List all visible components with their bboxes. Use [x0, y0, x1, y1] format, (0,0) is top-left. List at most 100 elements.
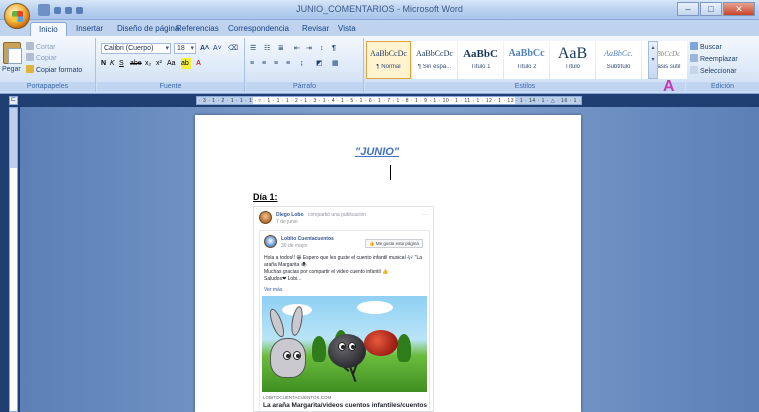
binoculars-icon	[690, 42, 698, 50]
style-title[interactable]: AaB Título	[550, 41, 595, 79]
shared-post: Lobito Cuentacuentos 30 de mayo 👍 Me gus…	[259, 230, 430, 412]
post-text-line-1: Hola a todos!! 😀 Espero que les guste el…	[264, 255, 423, 261]
paragraph-group: ☰ ☷ ≣ ⇤ ⇥ ↕ ¶ ≡ ≡ ≡ ≡ ↨ ◩ ▦ Párrafo	[246, 38, 364, 92]
tab-insertar[interactable]: Insertar	[68, 22, 111, 36]
rabbit-illustration	[270, 338, 306, 378]
office-button[interactable]	[4, 3, 30, 29]
cut-button[interactable]: Cortar	[26, 42, 55, 51]
borders-icon[interactable]: ▦	[332, 58, 339, 69]
subscript-button[interactable]: x₂	[145, 58, 151, 69]
see-more-link[interactable]: Ver más	[264, 287, 282, 293]
replace-icon	[690, 54, 698, 62]
editing-group-label: Edición	[686, 82, 759, 91]
post-video-thumbnail[interactable]	[262, 296, 427, 392]
clipboard-group-label: Portapapeles	[0, 82, 95, 91]
replace-button[interactable]: Reemplazar	[690, 54, 738, 63]
style-no-spacing[interactable]: AaBbCcDc ¶ Sin espa...	[412, 41, 457, 79]
tab-referencias[interactable]: Referencias	[168, 22, 227, 36]
line-spacing-icon[interactable]: ↨	[300, 58, 304, 69]
change-styles-icon[interactable]: A	[663, 78, 681, 96]
author-avatar	[259, 211, 272, 224]
copy-button[interactable]: Copiar	[26, 53, 57, 62]
page-date: 30 de mayo	[281, 243, 308, 249]
bullets-icon[interactable]: ☰	[250, 43, 256, 54]
bold-button[interactable]: N	[101, 58, 106, 69]
copy-icon	[26, 53, 34, 61]
tab-inicio[interactable]: Inicio	[30, 22, 67, 36]
page-logo	[264, 235, 277, 248]
tab-vista[interactable]: Vista	[330, 22, 364, 36]
thumbs-up-icon: 👍	[369, 241, 376, 246]
clear-format-icon[interactable]: ⌫	[228, 43, 238, 54]
ribbon-tabs: Inicio Insertar Diseño de página Referen…	[0, 20, 759, 36]
horizontal-ruler[interactable]: · 3 · 1 · 2 · 1 · 1 · 1 · ▿ · 1 · 1 · 1 …	[196, 96, 582, 105]
scissors-icon	[26, 42, 34, 50]
underline-button[interactable]: S	[119, 58, 124, 69]
align-left-icon[interactable]: ≡	[250, 58, 254, 69]
close-button[interactable]: ✕	[723, 2, 755, 16]
link-title[interactable]: La araña Margarita/videos cuentos infant…	[263, 402, 428, 409]
find-button[interactable]: Buscar	[690, 42, 722, 51]
clipboard-group: Pegar Cortar Copiar Copiar formato Porta…	[0, 38, 96, 92]
post-author: Diego Lobo	[276, 212, 304, 218]
font-name-combo[interactable]: Calibri (Cuerpo)	[101, 43, 171, 54]
font-group-label: Fuente	[97, 82, 244, 91]
ruler-toggle-button[interactable]: ⊏	[9, 96, 18, 105]
day-label[interactable]: Día 1:	[253, 192, 278, 202]
justify-icon[interactable]: ≡	[286, 58, 290, 69]
tab-correspondencia[interactable]: Correspondencia	[220, 22, 297, 36]
text-cursor	[390, 165, 391, 180]
increase-indent-icon[interactable]: ⇥	[306, 43, 312, 54]
post-text-line-3: Muchas gracias por compartir el video cu…	[264, 269, 389, 275]
like-page-button[interactable]: 👍 Me gusta esta página	[365, 239, 423, 248]
italic-button[interactable]: K	[110, 58, 115, 69]
show-marks-icon[interactable]: ¶	[332, 43, 336, 54]
paragraph-group-label: Párrafo	[246, 82, 363, 91]
style-heading-2[interactable]: AaBbCc Título 2	[504, 41, 549, 79]
editing-group: Buscar Reemplazar Seleccionar Edición	[686, 38, 759, 92]
cursor-icon	[690, 66, 698, 74]
align-right-icon[interactable]: ≡	[274, 58, 278, 69]
style-normal[interactable]: AaBbCcDc ¶ Normal	[366, 41, 411, 79]
paste-icon[interactable]	[3, 42, 22, 64]
window-title: JUNIO_COMENTARIOS - Microsoft Word	[296, 4, 463, 14]
ladybug-illustration	[364, 330, 398, 356]
embedded-facebook-post[interactable]: Diego Lobo compartió una publicación 7 d…	[253, 206, 434, 412]
select-button[interactable]: Seleccionar	[690, 66, 737, 75]
numbering-icon[interactable]: ☷	[264, 43, 270, 54]
link-domain: LOBITOCUENTACUENTOS.COM	[263, 395, 332, 400]
ribbon: Pegar Cortar Copiar Copiar formato Porta…	[0, 36, 759, 114]
post-action: compartió una publicación	[308, 212, 367, 218]
maximize-button[interactable]: □	[700, 2, 722, 16]
style-subtitle[interactable]: AaBbCc. Subtítulo	[596, 41, 641, 79]
shading-icon[interactable]: ◩	[316, 58, 323, 69]
post-text-line-2: araña Margarita 🕷	[264, 262, 308, 268]
styles-gallery: AaBbCcDc ¶ Normal AaBbCcDc ¶ Sin espa... A…	[366, 41, 688, 79]
brush-icon	[26, 65, 34, 73]
format-painter-button[interactable]: Copiar formato	[26, 65, 82, 74]
superscript-button[interactable]: x²	[156, 58, 162, 69]
sort-icon[interactable]: ↕	[320, 43, 324, 54]
multilevel-list-icon[interactable]: ≣	[278, 43, 284, 54]
font-size-combo[interactable]: 18	[174, 43, 196, 54]
decrease-indent-icon[interactable]: ⇤	[294, 43, 300, 54]
minimize-button[interactable]: –	[677, 2, 699, 16]
vertical-ruler[interactable]	[9, 107, 18, 412]
paste-label[interactable]: Pegar	[2, 66, 21, 73]
font-color-icon[interactable]: A	[196, 58, 201, 69]
document-page[interactable]: "JUNIO" Día 1: Diego Lobo compartió una …	[195, 115, 581, 412]
change-case-button[interactable]: Aa	[167, 58, 176, 69]
more-options-icon[interactable]: ···	[422, 212, 428, 218]
font-group: Calibri (Cuerpo) 18 A˄ A˅ ⌫ N K S abe x₂…	[97, 38, 245, 92]
highlight-icon[interactable]: ab	[181, 58, 191, 69]
shrink-font-button[interactable]: A˅	[213, 43, 222, 54]
grow-font-button[interactable]: A˄	[200, 43, 209, 54]
styles-group-label: Estilos	[365, 82, 685, 91]
style-heading-1[interactable]: AaBbC Título 1	[458, 41, 503, 79]
styles-gallery-scroll[interactable]: ▴ ▾	[648, 41, 658, 79]
post-text-line-4: Saludos❤ Lobi...	[264, 276, 302, 282]
align-center-icon[interactable]: ≡	[262, 58, 266, 69]
page-name: Lobito Cuentacuentos	[281, 236, 334, 242]
strikethrough-button[interactable]: abe	[130, 58, 142, 69]
document-title[interactable]: "JUNIO"	[355, 146, 399, 158]
